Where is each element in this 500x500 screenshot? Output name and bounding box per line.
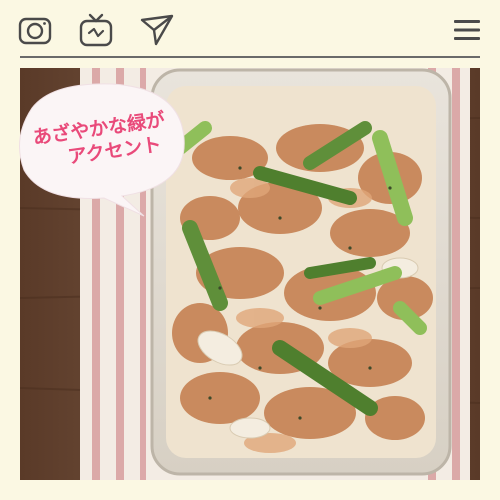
tv-icon[interactable] [78,12,114,48]
menu-icon[interactable] [449,12,483,48]
top-toolbar [0,0,500,57]
send-icon[interactable] [139,12,175,48]
header-divider [20,56,480,58]
camera-icon[interactable] [17,12,53,48]
caption-speech-bubble: あざやかな緑が アクセント [12,78,190,217]
